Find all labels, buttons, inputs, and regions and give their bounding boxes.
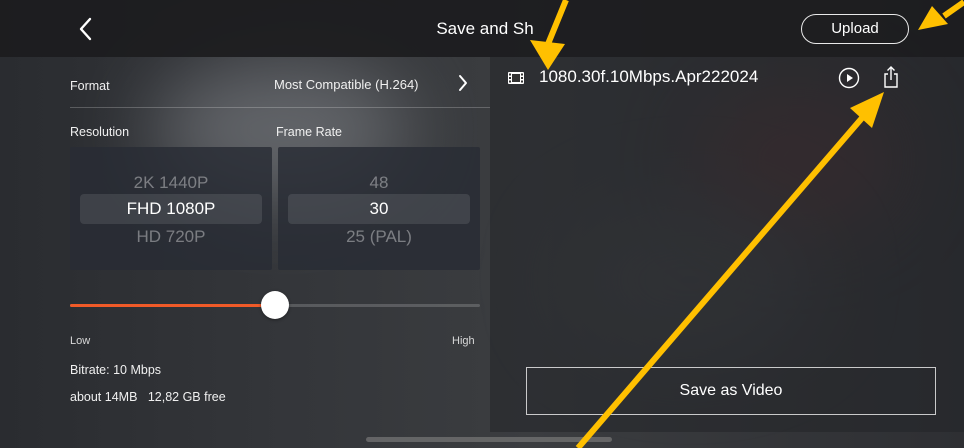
frame-rate-label: Frame Rate	[276, 125, 342, 139]
frame-rate-option[interactable]: 48	[278, 173, 480, 193]
back-button[interactable]	[74, 14, 98, 44]
play-icon[interactable]	[838, 67, 860, 89]
resolution-option-selected[interactable]: FHD 1080P	[70, 199, 272, 219]
frame-rate-option-selected[interactable]: 30	[278, 199, 480, 219]
frame-rate-picker[interactable]: 48 30 25 (PAL)	[278, 147, 480, 270]
home-indicator	[366, 437, 612, 442]
divider	[70, 107, 490, 108]
settings-panel: Format Most Compatible (H.264) Resolutio…	[54, 57, 490, 448]
slider-thumb[interactable]	[261, 291, 289, 319]
bitrate-slider[interactable]	[70, 291, 480, 319]
format-label: Format	[70, 79, 110, 93]
share-icon[interactable]	[883, 65, 899, 89]
bitrate-text: Bitrate: 10 Mbps	[70, 363, 162, 377]
resolution-picker[interactable]: 2K 1440P FHD 1080P HD 720P	[70, 147, 272, 270]
slider-fill	[70, 304, 275, 307]
size-estimate-text: about 14MB 12,82 GB free	[70, 390, 226, 404]
top-bar: Save and Sh Upload	[0, 0, 964, 57]
preview-panel: 1080.30f.10Mbps.Apr222024 Save as Video	[490, 57, 964, 432]
resolution-option[interactable]: HD 720P	[70, 227, 272, 247]
resolution-label: Resolution	[70, 125, 130, 139]
chevron-left-icon	[79, 17, 92, 41]
format-value[interactable]: Most Compatible (H.264)	[274, 77, 419, 92]
resolution-option[interactable]: 2K 1440P	[70, 173, 272, 193]
export-file-row: 1080.30f.10Mbps.Apr222024	[508, 65, 948, 91]
app-window: Save and Sh Upload Format Most Compatibl…	[0, 0, 964, 448]
page-title: Save and Sh	[436, 19, 534, 38]
upload-button[interactable]: Upload	[801, 14, 909, 44]
export-filename: 1080.30f.10Mbps.Apr222024	[539, 67, 759, 86]
save-as-video-button[interactable]: Save as Video	[526, 367, 936, 415]
frame-rate-option[interactable]: 25 (PAL)	[278, 227, 480, 247]
film-icon	[508, 72, 524, 84]
slider-high-label: High	[452, 335, 475, 347]
chevron-right-icon[interactable]	[457, 72, 469, 100]
slider-low-label: Low	[70, 335, 91, 347]
